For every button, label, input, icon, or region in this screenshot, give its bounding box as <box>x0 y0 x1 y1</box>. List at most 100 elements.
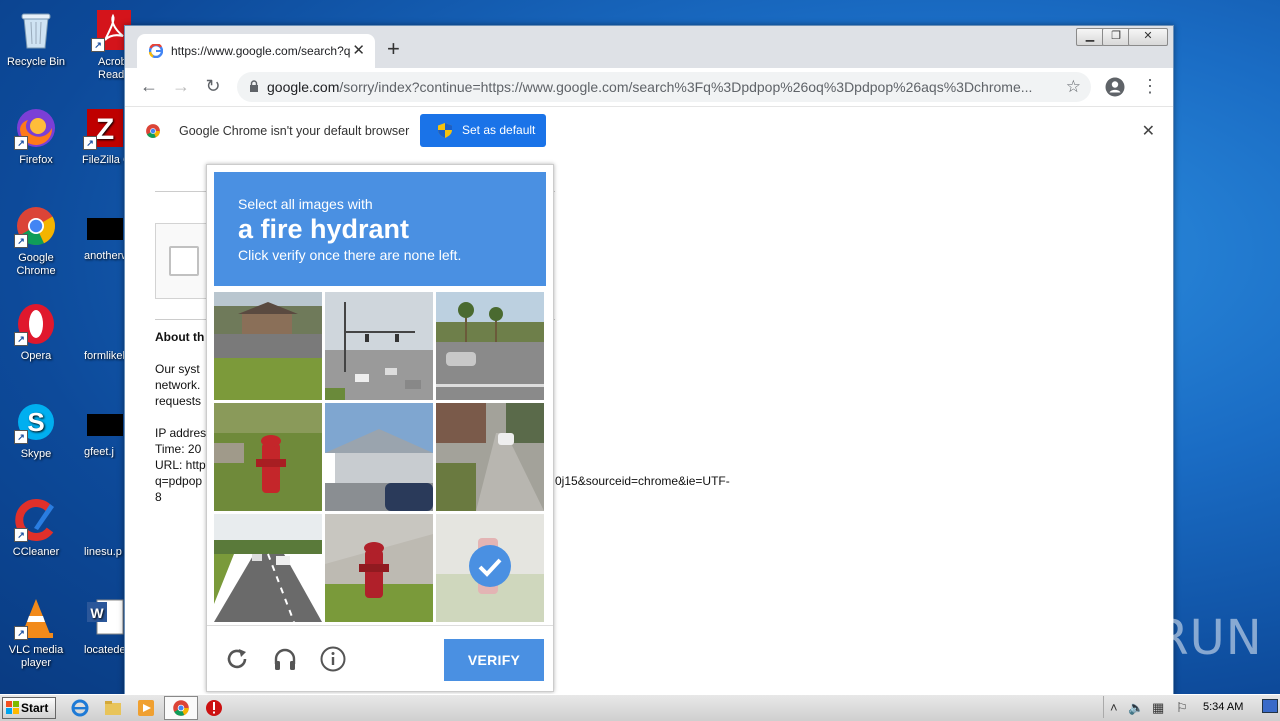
image-tile[interactable] <box>214 514 322 622</box>
explanation-line: network. <box>155 378 201 392</box>
desktop-icon-label: Opera <box>20 350 52 362</box>
file-explorer-icon[interactable] <box>103 698 123 718</box>
word-document-icon: W <box>83 596 127 640</box>
time-label: Time: 20 <box>155 442 202 456</box>
tab-title: https://www.google.com/search?q= <box>171 44 351 58</box>
back-arrow-icon[interactable]: ← <box>137 76 161 97</box>
image-tile[interactable] <box>214 292 322 400</box>
file-thumbnail <box>87 218 123 240</box>
volume-icon[interactable]: 🔈 <box>1128 700 1144 716</box>
image-tile[interactable] <box>325 403 433 511</box>
selected-checkmark-icon <box>469 545 511 587</box>
desktop-icon-opera[interactable]: ↗ Opera <box>1 302 71 363</box>
image-tile[interactable] <box>436 292 544 400</box>
url-end: 8 <box>155 490 162 504</box>
info-icon[interactable] <box>320 646 346 672</box>
image-tile-selected[interactable] <box>436 514 544 622</box>
url-path: /sorry/index?continue=https://www.google… <box>339 79 1033 95</box>
opera-icon: ↗ <box>14 302 58 346</box>
browser-tab[interactable]: https://www.google.com/search?q= ✕ <box>137 34 375 68</box>
skype-icon: S ↗ <box>14 400 58 444</box>
profile-avatar-icon[interactable] <box>1105 77 1125 97</box>
street-scene-image <box>214 292 322 400</box>
challenge-target: a fire hydrant <box>238 214 410 244</box>
vlc-cone-icon: ↗ <box>14 596 58 640</box>
audio-challenge-headphones-icon[interactable] <box>272 646 298 672</box>
house-image <box>325 403 433 511</box>
start-label: Start <box>21 701 49 715</box>
explanation-line: Our syst <box>155 362 200 376</box>
stop-icon[interactable] <box>204 698 224 718</box>
image-tile[interactable] <box>325 292 433 400</box>
menu-kebab-icon[interactable]: ⋮ <box>1141 76 1159 97</box>
infobar-message: Google Chrome isn't your default browser <box>179 124 410 138</box>
url-host: google.com <box>267 79 340 95</box>
shortcut-arrow-icon: ↗ <box>91 38 105 52</box>
start-button[interactable]: Start <box>2 697 56 719</box>
show-desktop-button[interactable] <box>1262 699 1278 713</box>
url-text: google.com/sorry/index?continue=https://… <box>267 79 1057 95</box>
desktop-icon-recycle-bin[interactable]: Recycle Bin <box>1 8 71 69</box>
forward-arrow-icon[interactable]: → <box>169 76 193 97</box>
lock-icon <box>250 80 258 92</box>
uac-shield-icon <box>438 123 452 138</box>
desktop-icon-label: Google Chrome <box>16 252 56 277</box>
ip-address-label: IP addres <box>155 426 207 440</box>
recaptcha-checkbox[interactable] <box>169 246 199 276</box>
chrome-logo-icon <box>146 124 160 138</box>
desktop-icon-firefox[interactable]: ↗ Firefox <box>1 106 71 167</box>
residential-street-image <box>436 403 544 511</box>
svg-text:Z: Z <box>96 113 114 146</box>
about-heading: About th <box>155 330 205 344</box>
ccleaner-icon: ↗ <box>14 498 58 542</box>
clock[interactable]: 5:34 AM <box>1203 701 1243 713</box>
shortcut-arrow-icon: ↗ <box>14 332 28 346</box>
desktop-icon-vlc[interactable]: ↗ VLC media player <box>1 596 71 670</box>
new-tab-button[interactable]: + <box>387 38 400 60</box>
image-grid <box>214 292 546 624</box>
reload-icon[interactable]: ↻ <box>201 76 225 97</box>
google-favicon-icon <box>149 44 163 58</box>
fire-hydrant-image <box>214 403 322 511</box>
url-continuation: q=pdpop <box>155 474 203 488</box>
shortcut-arrow-icon: ↗ <box>14 528 28 542</box>
show-hidden-icons-chevron-icon[interactable]: ˄ <box>1110 700 1118 715</box>
desktop-icon-label: Recycle Bin <box>6 56 66 68</box>
media-player-icon[interactable] <box>136 698 156 718</box>
challenge-instruction: Select all images with <box>238 196 373 212</box>
action-center-flag-icon[interactable]: ⚐ <box>1176 700 1188 716</box>
image-tile[interactable] <box>214 403 322 511</box>
taskbar: Start ˄ 🔈 ▦ ⚐ 5:34 AM <box>0 694 1280 721</box>
shortcut-arrow-icon: ↗ <box>14 234 28 248</box>
filezilla-icon: Z ↗ <box>83 106 127 150</box>
image-tile[interactable] <box>325 514 433 622</box>
minimize-button[interactable]: ▁ <box>1076 28 1104 46</box>
address-bar[interactable]: google.com/sorry/index?continue=https://… <box>237 72 1091 102</box>
palm-road-image <box>436 292 544 400</box>
verify-button[interactable]: VERIFY <box>444 639 544 681</box>
reload-challenge-icon[interactable] <box>224 646 250 672</box>
shortcut-arrow-icon: ↗ <box>14 136 28 150</box>
infobar-close-icon[interactable]: ✕ <box>1142 121 1155 141</box>
browser-toolbar: ← → ↻ google.com/sorry/index?continue=ht… <box>125 68 1173 106</box>
desktop-icon-label: VLC media player <box>8 644 64 669</box>
url-tail: 0j15&sourceid=chrome&ie=UTF- <box>555 474 730 488</box>
tray-separator <box>1103 696 1104 718</box>
close-window-button[interactable]: ✕ <box>1128 28 1168 46</box>
intersection-image <box>325 292 433 400</box>
desktop-icon-ccleaner[interactable]: ↗ CCleaner <box>1 498 71 559</box>
desktop-icon-google-chrome[interactable]: ↗ Google Chrome <box>1 204 71 278</box>
taskbar-chrome-active[interactable] <box>164 696 198 720</box>
image-tile[interactable] <box>436 403 544 511</box>
network-icon[interactable]: ▦ <box>1152 700 1164 716</box>
recycle-bin-icon <box>14 8 58 52</box>
desktop-icon-label: Skype <box>20 448 52 460</box>
desktop-icon-skype[interactable]: S ↗ Skype <box>1 400 71 461</box>
svg-text:W: W <box>90 605 104 621</box>
bookmark-star-icon[interactable]: ☆ <box>1066 77 1081 97</box>
tab-close-icon[interactable]: ✕ <box>352 41 365 59</box>
set-as-default-button[interactable]: Set as default <box>420 114 546 147</box>
internet-explorer-icon[interactable] <box>70 698 90 718</box>
restore-button[interactable]: ❐ <box>1102 28 1130 46</box>
svg-text:S: S <box>27 407 44 437</box>
